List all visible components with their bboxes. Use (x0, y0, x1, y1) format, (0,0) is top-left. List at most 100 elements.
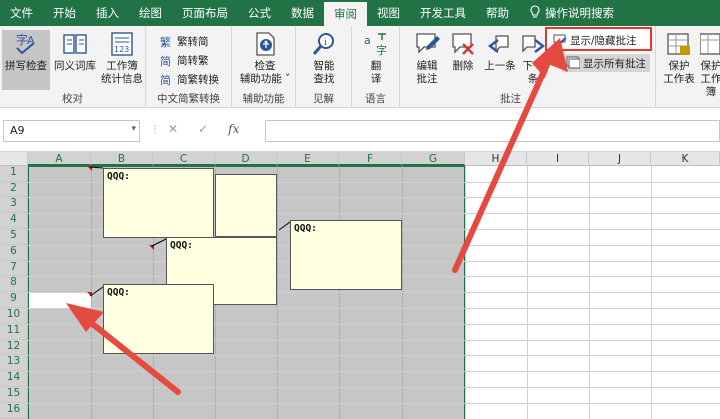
comment-box[interactable]: QQQ: (290, 220, 402, 290)
group-accessibility: 检查 辅助功能 ˅ 辅助功能 (232, 26, 296, 108)
row-header-11[interactable]: 11 (0, 324, 28, 340)
column-header-d[interactable]: D (215, 152, 277, 166)
to-simplified-button[interactable]: 繁 繁转简 (160, 32, 209, 50)
row-header-10[interactable]: 10 (0, 308, 28, 324)
show-hide-comment-button[interactable]: 显示/隐藏批注 (553, 31, 637, 49)
column-header-e[interactable]: E (277, 152, 339, 166)
group-insights-label: 见解 (313, 93, 334, 105)
workbook-statistics-icon: 123 (111, 32, 133, 56)
delete-comment-button[interactable]: 删除 (448, 30, 478, 73)
tab-data[interactable]: 数据 (281, 0, 324, 26)
row-header-9[interactable]: 9 (0, 292, 28, 308)
svg-text:123: 123 (114, 45, 129, 54)
comment-indicator[interactable] (87, 166, 92, 171)
active-cell-a9[interactable] (29, 293, 91, 308)
comment-indicator[interactable] (87, 292, 92, 297)
row-header-13[interactable]: 13 (0, 355, 28, 371)
svg-text:繁: 繁 (160, 35, 171, 48)
thesaurus-button[interactable]: 同义词库 (52, 30, 98, 73)
formula-input[interactable] (265, 120, 720, 142)
previous-comment-button[interactable]: 上一条 (482, 30, 518, 73)
column-header-h[interactable]: H (465, 152, 527, 166)
workbook-statistics-label-2: 统计信息 (101, 73, 143, 85)
row-header-5[interactable]: 5 (0, 229, 28, 245)
comment-text: QQQ: (170, 240, 193, 251)
next-comment-button[interactable]: 下一条 (520, 30, 546, 86)
row-header-8[interactable]: 8 (0, 276, 28, 292)
delete-comment-label: 删除 (452, 60, 474, 72)
column-header-j[interactable]: J (589, 152, 651, 166)
row-header-14[interactable]: 14 (0, 371, 28, 387)
workbook-statistics-button[interactable]: 123 工作簿 统计信息 (100, 30, 144, 86)
protect-workbook-button[interactable]: 保护 工作簿 (700, 30, 720, 99)
name-box[interactable]: A9 ▾ (3, 120, 140, 142)
spelling-button[interactable]: 字A 拼写检查 (2, 30, 50, 90)
to-traditional-button[interactable]: 简 简转繁 (160, 51, 209, 69)
previous-comment-icon (488, 35, 509, 53)
column-header-b[interactable]: B (91, 152, 153, 166)
tab-file[interactable]: 文件 (0, 0, 43, 26)
column-header-a[interactable]: A (28, 152, 91, 166)
row-header-6[interactable]: 6 (0, 245, 28, 261)
column-header-c[interactable]: C (153, 152, 215, 166)
edit-comment-button[interactable]: 编辑 批注 (408, 30, 446, 86)
row-header-7[interactable]: 7 (0, 261, 28, 276)
comment-box[interactable]: QQQ: (103, 284, 214, 354)
lightbulb-icon (529, 4, 541, 22)
tab-view[interactable]: 视图 (367, 0, 410, 26)
column-header-f[interactable]: F (339, 152, 402, 166)
translate-button[interactable]: a字 翻 译 (358, 30, 394, 86)
tab-help[interactable]: 帮助 (476, 0, 519, 26)
column-header-k[interactable]: K (651, 152, 720, 166)
tab-review[interactable]: 审阅 (324, 2, 367, 26)
comment-box[interactable] (215, 174, 277, 237)
comment-text: QQQ: (294, 223, 317, 234)
drag-handle-icon[interactable]: ⋮ (150, 124, 160, 135)
column-header-i[interactable]: I (527, 152, 589, 166)
highlight-box: 显示/隐藏批注 (545, 27, 652, 51)
protect-sheet-label-2: 工作表 (663, 73, 695, 85)
tab-formulas[interactable]: 公式 (238, 0, 281, 26)
row-header-15[interactable]: 15 (0, 387, 28, 403)
tab-draw[interactable]: 绘图 (129, 0, 172, 26)
show-all-comments-button[interactable]: 显示所有批注 (562, 54, 650, 72)
protect-workbook-icon (700, 33, 720, 55)
group-comments-label: 批注 (500, 93, 521, 105)
check-accessibility-button[interactable]: 检查 辅助功能 ˅ (236, 30, 294, 86)
svg-text:字: 字 (376, 43, 387, 57)
insert-function-icon[interactable]: fx (228, 122, 239, 136)
workbook-statistics-label-1: 工作簿 (106, 60, 138, 72)
smart-lookup-button[interactable]: i 智能 查找 (302, 30, 346, 86)
tell-me-search[interactable]: 操作说明搜索 (519, 0, 624, 26)
group-language-label: 语言 (365, 93, 386, 105)
chevron-down-icon[interactable]: ▾ (131, 124, 136, 134)
row-header-16[interactable]: 16 (0, 403, 28, 419)
comment-box[interactable]: QQQ: (103, 168, 214, 238)
enter-icon[interactable]: ✓ (198, 122, 208, 136)
tab-insert[interactable]: 插入 (86, 0, 129, 26)
tab-page-layout[interactable]: 页面布局 (172, 0, 238, 26)
row-header-4[interactable]: 4 (0, 213, 28, 229)
row-header-12[interactable]: 12 (0, 340, 28, 355)
tab-home[interactable]: 开始 (43, 0, 86, 26)
protect-sheet-button[interactable]: 保护 工作表 (662, 30, 696, 86)
comment-indicator[interactable] (149, 245, 154, 250)
row-header-1[interactable]: 1 (0, 166, 28, 182)
group-proofing: 字A 拼写检查 同义词库 123 工作簿 统计信息 校对 (0, 26, 146, 108)
group-chinese-conversion: 繁 繁转简 简 简转繁 简 简繁转换 中文简繁转换 (146, 26, 232, 108)
traditional-to-simplified-icon: 繁 (160, 35, 171, 48)
formula-buttons: ✕ ✓ fx (168, 122, 239, 136)
column-header-g[interactable]: G (402, 152, 465, 166)
translate-icon: a字 (364, 33, 387, 57)
check-accessibility-label-1: 检查 (254, 60, 276, 72)
row-header-2[interactable]: 2 (0, 182, 28, 197)
row-header-3[interactable]: 3 (0, 197, 28, 213)
select-all-corner[interactable] (0, 152, 28, 166)
chinese-conversion-button[interactable]: 简 简繁转换 (160, 70, 219, 88)
tab-developer[interactable]: 开发工具 (410, 0, 476, 26)
worksheet-grid[interactable]: A B C D E F G H I J K 1 2 3 4 5 6 7 8 9 … (0, 152, 720, 419)
translate-label-2: 译 (370, 73, 382, 85)
protect-sheet-icon (667, 33, 690, 55)
spelling-icon: 字A (16, 32, 35, 55)
cancel-icon[interactable]: ✕ (168, 122, 178, 136)
